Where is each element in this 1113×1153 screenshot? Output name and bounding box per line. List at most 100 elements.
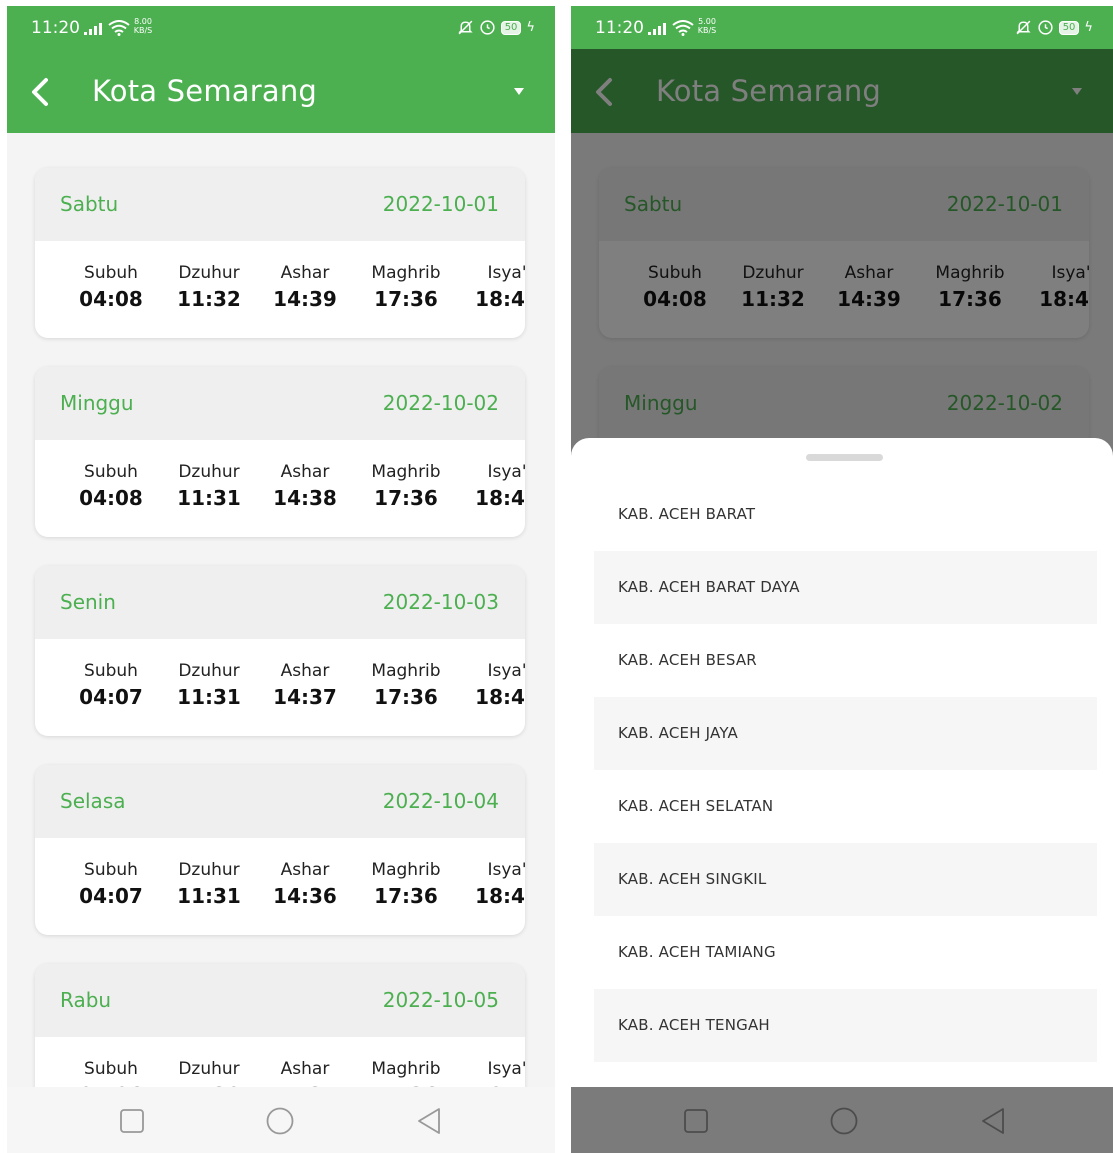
chevron-left-icon[interactable]: [29, 77, 51, 107]
day-card: Selasa 2022-10-04 Subuh 04:07 Dzuhur 11:31 Ash…: [35, 765, 525, 935]
prayer-time-value: 11:31: [177, 486, 241, 510]
day-card-header: Minggu 2022-10-02: [35, 367, 525, 440]
day-card: Senin 2022-10-03 Subuh 04:07 Dzuhur 11:31 Asha…: [35, 566, 525, 736]
alarm-icon: [1038, 20, 1053, 35]
circle-icon[interactable]: [266, 1107, 294, 1135]
day-date: 2022-10-02: [382, 391, 499, 415]
day-card: Sabtu 2022-10-01 Subuh 04:08 Dzuhur 11:32 Asha…: [35, 168, 525, 338]
prayer-time-value: 17:36: [374, 287, 438, 311]
prayer-time-value: 14:38: [273, 486, 337, 510]
prayer-time-2: Ashar 14:39: [260, 263, 350, 311]
prayer-time-4: Isya'18:45: [462, 1059, 525, 1087]
region-label: KAB. ACEH BESAR: [618, 651, 757, 669]
prayer-time-3: Maghrib17:36: [361, 263, 451, 311]
prayer-name: Dzuhur: [178, 1059, 240, 1079]
prayer-name: Dzuhur: [178, 661, 240, 681]
region-label: KAB. ACEH TAMIANG: [618, 943, 776, 961]
prayer-name: Subuh: [84, 661, 138, 681]
prayer-time-4: Isya'18:45: [462, 462, 525, 510]
day-date: 2022-10-04: [382, 789, 499, 813]
phone-screen-region-picker: 11:20 5.00 KB/S 50 ϟ KAB. ACEH BARAT KAB…: [571, 6, 1113, 1153]
day-card-header: Senin 2022-10-03: [35, 566, 525, 639]
network-speed-value: 5.00: [698, 17, 716, 26]
prayer-time-2: Ashar14:35: [260, 1059, 350, 1087]
day-date: 2022-10-03: [382, 590, 499, 614]
day-date: 2022-10-05: [382, 988, 499, 1012]
prayer-name: Isya': [487, 462, 525, 482]
network-speed-unit: KB/S: [697, 26, 717, 35]
prayer-time-value: 17:36: [374, 486, 438, 510]
network-speed-unit: KB/S: [133, 26, 153, 35]
prayer-name: Dzuhur: [178, 263, 240, 283]
prayer-name: Isya': [487, 263, 525, 283]
charging-icon: ϟ: [1084, 20, 1093, 35]
wifi-icon: [108, 20, 130, 36]
schedule-list[interactable]: Sabtu 2022-10-01 Subuh 04:08 Dzuhur 11:32 Asha…: [7, 133, 555, 1087]
prayer-name: Isya': [487, 860, 525, 880]
region-item[interactable]: KAB. ACEH SELATAN: [594, 770, 1097, 843]
region-label: KAB. ACEH JAYA: [618, 724, 738, 742]
network-speed: 5.00 KB/S: [695, 17, 719, 35]
region-item[interactable]: KAB. ACEH BESAR: [594, 624, 1097, 697]
square-icon[interactable]: [118, 1107, 146, 1135]
prayer-time-4: Isya' 18:45: [462, 263, 525, 311]
prayer-name: Maghrib: [371, 1059, 441, 1079]
status-bar: 11:20 8.00 KB/S 50 ϟ: [7, 6, 555, 49]
day-card-header: Selasa 2022-10-04: [35, 765, 525, 838]
region-item[interactable]: KAB. ACEH JAYA: [594, 697, 1097, 770]
region-item[interactable]: KAB. ACEH BARAT: [594, 478, 1097, 551]
prayer-name: Subuh: [84, 263, 138, 283]
bell-off-icon: [1016, 20, 1031, 35]
day-card-header: Sabtu 2022-10-01: [35, 168, 525, 241]
region-item[interactable]: KAB. ACEH SINGKIL: [594, 843, 1097, 916]
prayer-time-value: 14:36: [273, 884, 337, 908]
prayer-time-value: 17:36: [374, 884, 438, 908]
status-time: 11:20: [31, 18, 80, 38]
status-bar: 11:20 5.00 KB/S 50 ϟ: [571, 6, 1113, 49]
prayer-time-0: Subuh 04:08: [66, 263, 156, 311]
day-name: Selasa: [60, 789, 126, 813]
prayer-time-value: 18:45: [475, 884, 525, 908]
signal-icon: [84, 23, 102, 35]
prayer-time-1: Dzuhur 11:31: [164, 860, 254, 908]
battery-icon: 50: [1058, 20, 1080, 35]
triangle-back-icon[interactable]: [415, 1107, 443, 1135]
prayer-name: Subuh: [84, 860, 138, 880]
prayer-time-2: Ashar 14:37: [260, 661, 350, 709]
prayer-name: Ashar: [280, 661, 330, 681]
prayer-time-value: 18:45: [475, 685, 525, 709]
prayer-time-3: Maghrib17:36: [361, 860, 451, 908]
alarm-icon: [480, 20, 495, 35]
signal-icon: [648, 23, 666, 35]
battery-icon: 50: [500, 20, 522, 35]
prayer-time-value: 11:32: [177, 287, 241, 311]
prayer-time-3: Maghrib17:36: [361, 1059, 451, 1087]
wifi-icon: [672, 20, 694, 36]
day-name: Rabu: [60, 988, 112, 1012]
day-card: Minggu 2022-10-02 Subuh 04:08 Dzuhur 11:31 Ash…: [35, 367, 525, 537]
prayer-name: Subuh: [84, 1059, 138, 1079]
page-title: Kota Semarang: [92, 74, 318, 108]
prayer-time-4: Isya'18:45: [462, 661, 525, 709]
region-item[interactable]: KAB. ACEH BARAT DAYA: [594, 551, 1097, 624]
region-item[interactable]: KAB. ACEH TAMIANG: [594, 916, 1097, 989]
day-card-header: Rabu 2022-10-05: [35, 964, 525, 1037]
prayer-time-1: Dzuhur11:30: [164, 1059, 254, 1087]
network-speed: 8.00 KB/S: [131, 17, 155, 35]
phone-screen-schedule: 11:20 8.00 KB/S 50 ϟ Kota Semarang Sabtu…: [7, 6, 555, 1153]
region-item[interactable]: KAB. ACEH TENGAH: [594, 989, 1097, 1062]
region-bottom-sheet: KAB. ACEH BARAT KAB. ACEH BARAT DAYA KAB. …: [571, 438, 1113, 1087]
prayer-time-0: Subuh 04:07: [66, 860, 156, 908]
prayer-name: Isya': [487, 1059, 525, 1079]
system-nav-bar: [7, 1087, 555, 1153]
prayer-time-4: Isya' 18:45: [462, 860, 525, 908]
day-name: Minggu: [60, 391, 134, 415]
app-bar: Kota Semarang: [7, 49, 555, 133]
prayer-time-value: 04:08: [79, 287, 143, 311]
prayer-name: Ashar: [280, 1059, 330, 1079]
prayer-time-value: 18:45: [475, 287, 525, 311]
prayer-time-value: 04:07: [79, 884, 143, 908]
drag-handle[interactable]: [806, 454, 883, 461]
prayer-time-value: 11:31: [177, 685, 241, 709]
caret-down-icon[interactable]: [513, 87, 525, 96]
